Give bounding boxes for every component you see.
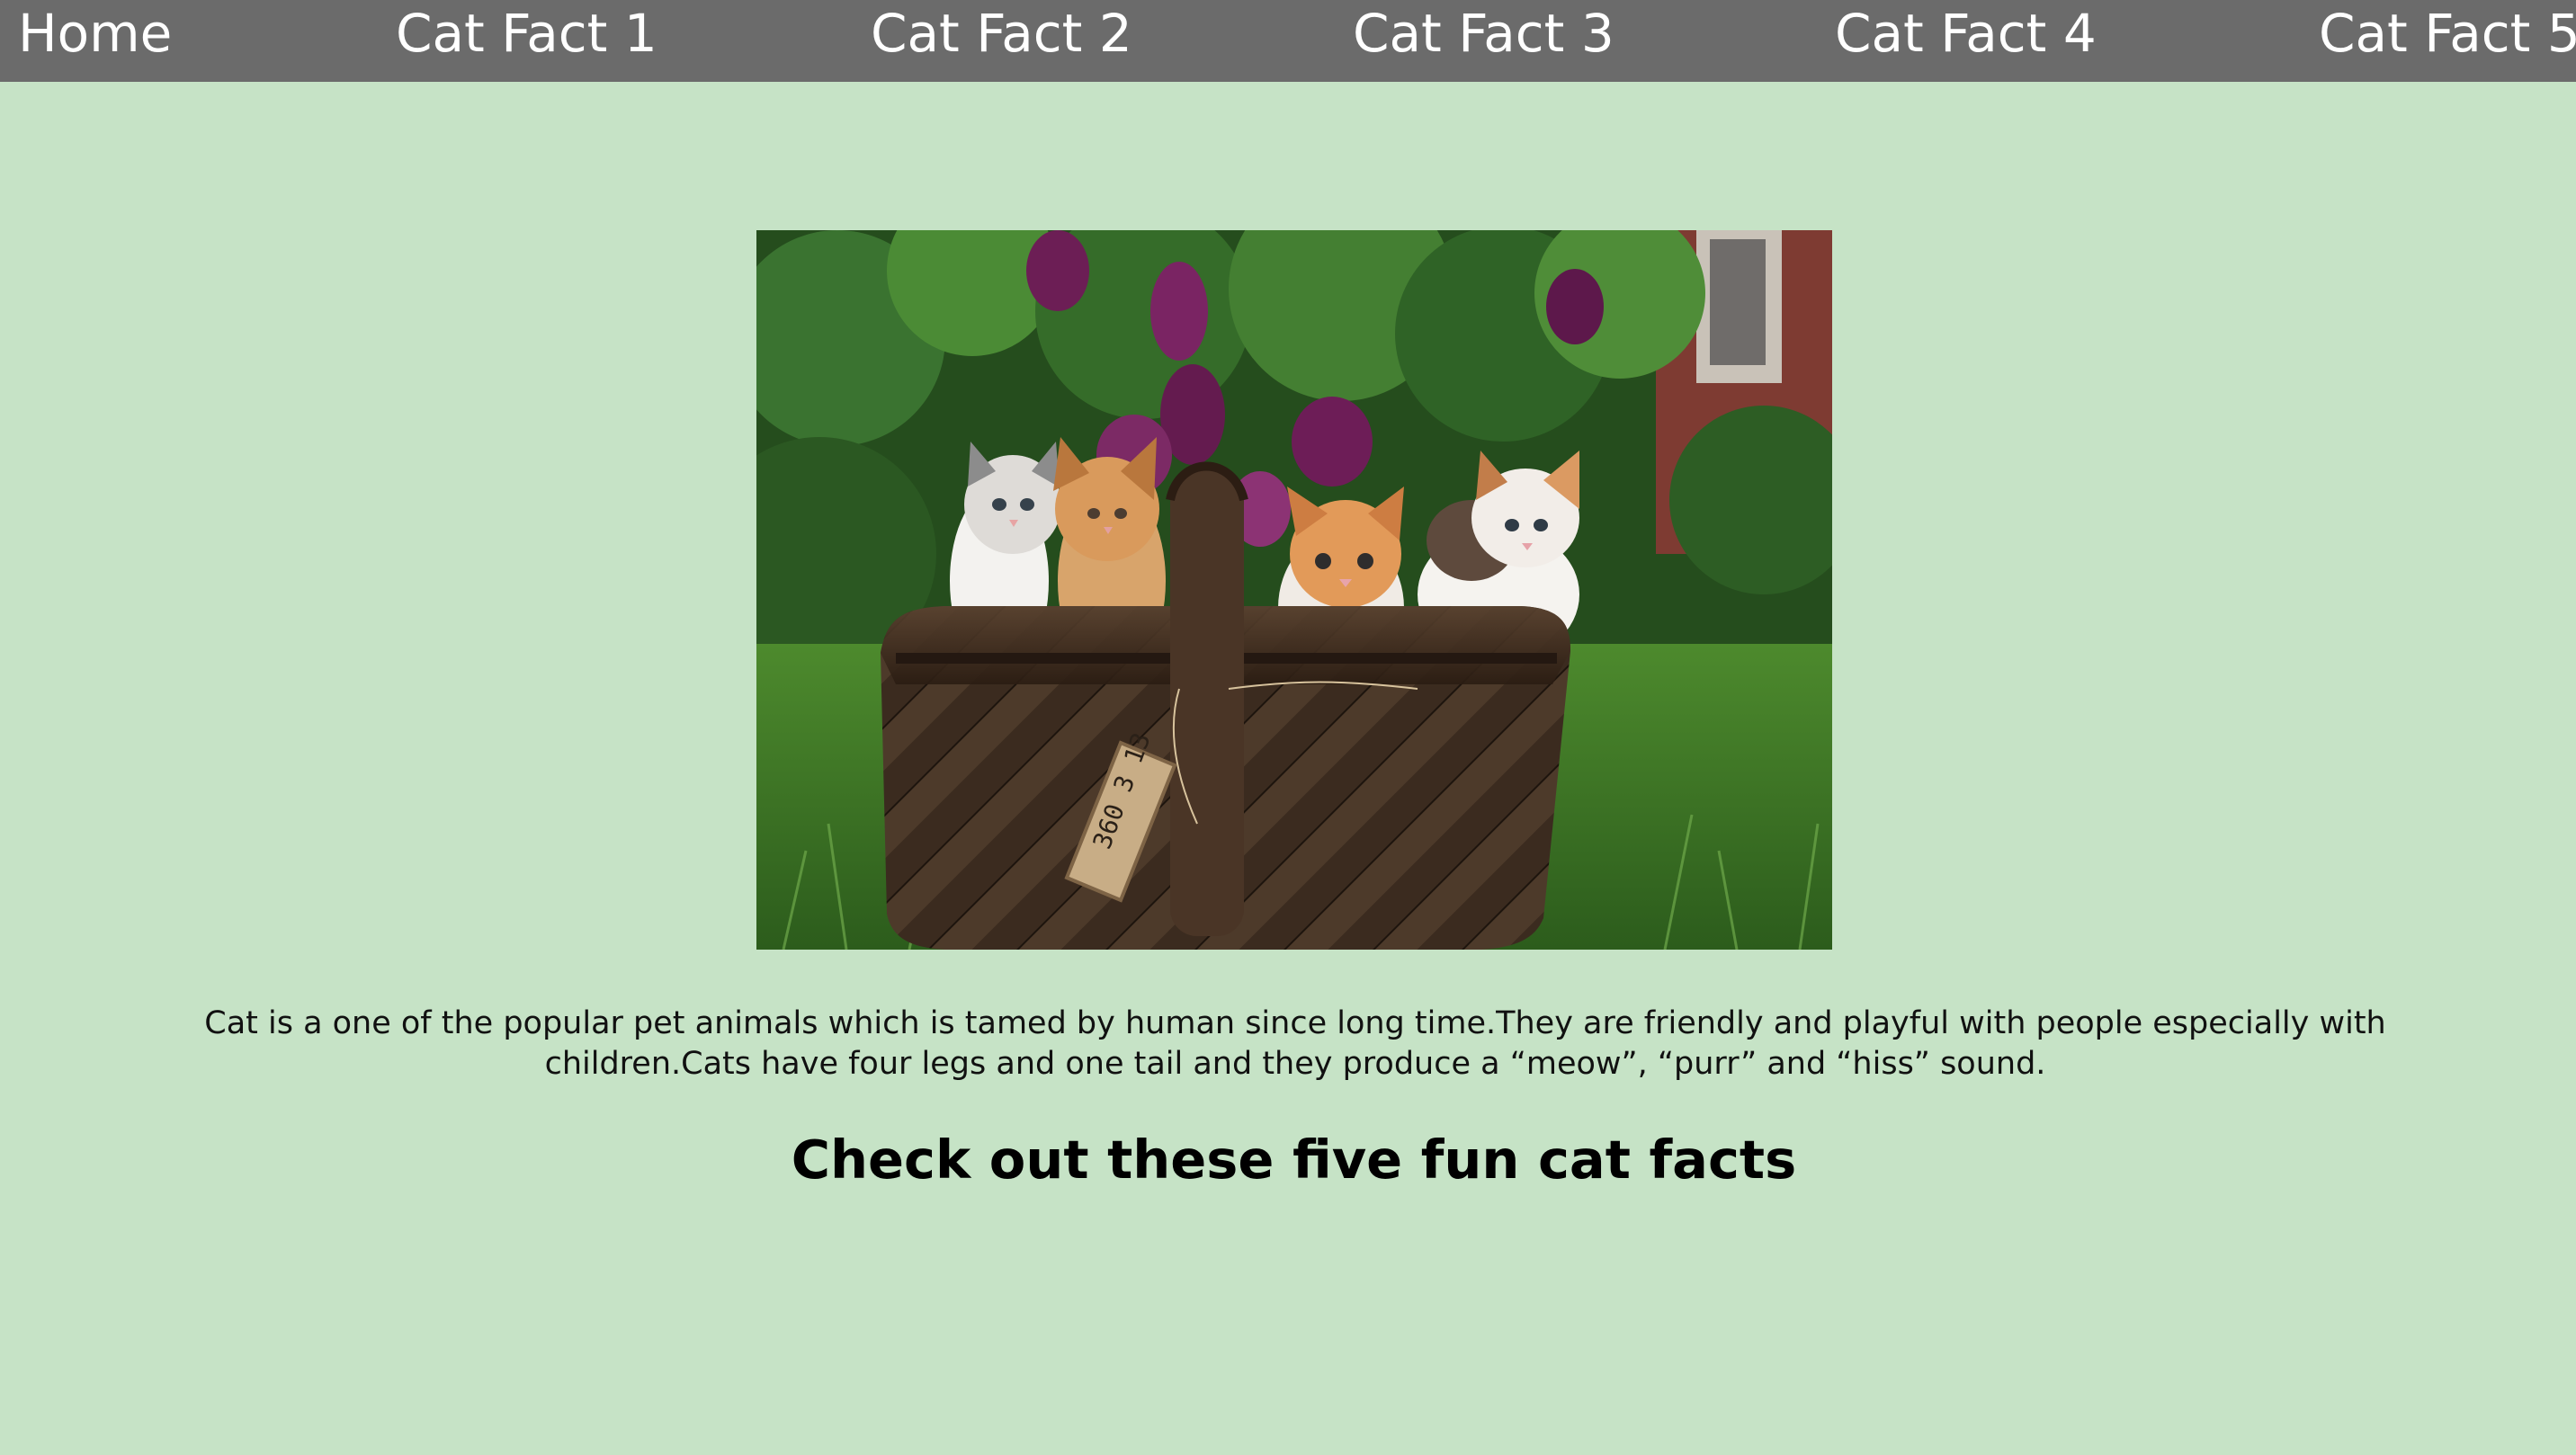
nav-link-cat-fact-1[interactable]: Cat Fact 1 <box>396 0 657 82</box>
cat-facts-headline: Check out these five fun cat facts <box>791 1129 1797 1191</box>
top-navigation-bar: Home Cat Fact 1 Cat Fact 2 Cat Fact 3 Ca… <box>0 0 2576 82</box>
nav-link-cat-fact-4[interactable]: Cat Fact 4 <box>1835 0 2097 82</box>
nav-link-cat-fact-2[interactable]: Cat Fact 2 <box>871 0 1132 82</box>
cat-introduction-text: Cat is a one of the popular pet animals … <box>204 1005 2386 1082</box>
kittens-in-basket-photo: 360 3 13 <box>756 230 1832 950</box>
nav-link-home[interactable]: Home <box>18 0 172 82</box>
nav-link-cat-fact-3[interactable]: Cat Fact 3 <box>1353 0 1614 82</box>
kittens-in-basket-illustration: 360 3 13 <box>756 230 1832 950</box>
nav-link-cat-fact-5[interactable]: Cat Fact 5 <box>2319 0 2576 82</box>
